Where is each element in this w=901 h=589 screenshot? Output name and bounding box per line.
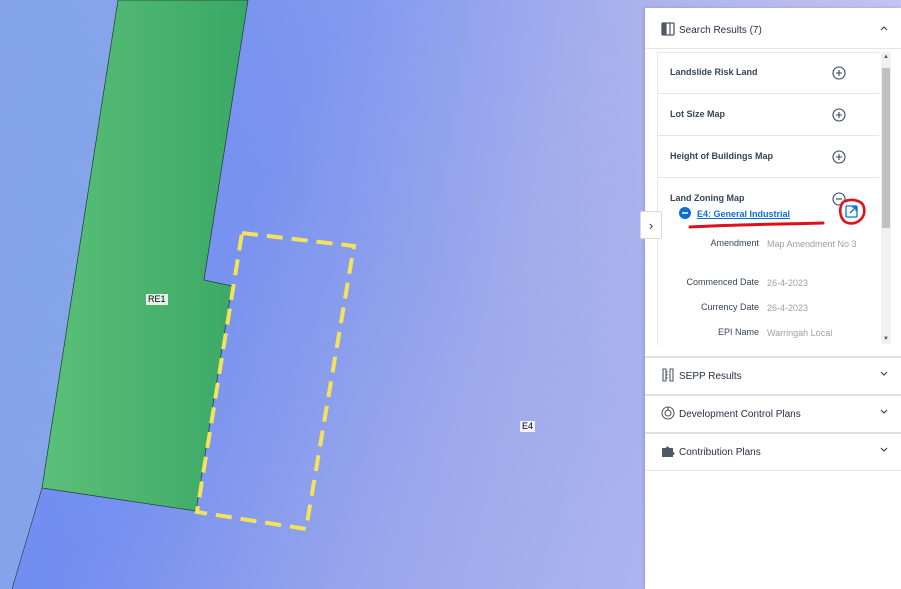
field-value: 26-4-2023 [767,303,809,313]
scroll-up-arrow-icon[interactable]: ▲ [881,52,891,62]
result-item-lot-size[interactable]: Lot Size Map [657,95,879,136]
red-underline-annotation [688,221,825,229]
collapse-panel-button[interactable]: › [640,211,662,239]
chevron-down-icon[interactable] [879,445,889,455]
e4-zone-label: E4 [520,421,536,432]
chevron-down-icon[interactable] [879,369,889,379]
chevron-right-icon: › [648,217,654,233]
result-title: Land Zoning Map [670,193,745,203]
field-key: Amendment [710,238,759,248]
currency-date-row: Currency Date 26-4-2023 [679,302,875,316]
search-results-list[interactable]: Landslide Risk Land Lot Size Map Height … [657,52,879,345]
sepp-results-section[interactable]: SEPP Results [645,356,901,395]
expand-plus-icon[interactable] [832,150,846,164]
field-key: EPI Name [717,327,759,337]
development-control-plans-label: Development Control Plans [679,408,801,420]
field-value: Warringah Local [767,328,833,338]
development-control-plans-section[interactable]: Development Control Plans [645,394,901,433]
contribution-plans-label: Contribution Plans [679,446,761,458]
contribution-plans-section[interactable]: Contribution Plans [645,432,901,471]
expand-plus-icon[interactable] [832,66,846,80]
search-results-header[interactable]: Search Results (7) [645,12,901,49]
result-item-landslide[interactable]: Landslide Risk Land [657,53,879,94]
sepp-results-label: SEPP Results [679,370,742,382]
chevron-up-icon[interactable] [879,23,889,33]
field-value: Map Amendment No 3 [767,239,857,249]
results-scrollbar[interactable]: ▲ ▼ [881,52,891,344]
scroll-down-arrow-icon[interactable]: ▼ [881,334,891,344]
zoning-layer-link[interactable]: E4: General Industrial [697,209,790,219]
search-results-title: Search Results (7) [679,24,762,36]
sepp-icon [662,368,674,382]
map-layers-icon [661,22,675,36]
development-control-icon [661,406,675,420]
commenced-date-row: Commenced Date 26-4-2023 [679,277,875,291]
result-title: Height of Buildings Map [670,151,773,161]
results-panel: Search Results (7) Landslide Risk Land L… [645,8,901,589]
result-item-height-buildings[interactable]: Height of Buildings Map [657,137,879,178]
layer-toggle-icon[interactable] [679,207,691,219]
re1-zone-label: RE1 [146,294,168,305]
result-title: Lot Size Map [670,109,726,119]
field-key: Currency Date [700,302,759,312]
result-title: Landslide Risk Land [670,67,758,77]
open-external-icon[interactable] [837,198,867,226]
scroll-thumb[interactable] [882,68,890,228]
expand-plus-icon[interactable] [832,108,846,122]
epi-name-row: EPI Name Warringah Local [679,327,875,341]
amendment-row: Amendment Map Amendment No 3 [679,238,875,268]
field-key: Commenced Date [686,277,759,287]
chevron-down-icon[interactable] [879,407,889,417]
field-value: 26-4-2023 [767,278,809,288]
puzzle-icon [662,446,675,457]
